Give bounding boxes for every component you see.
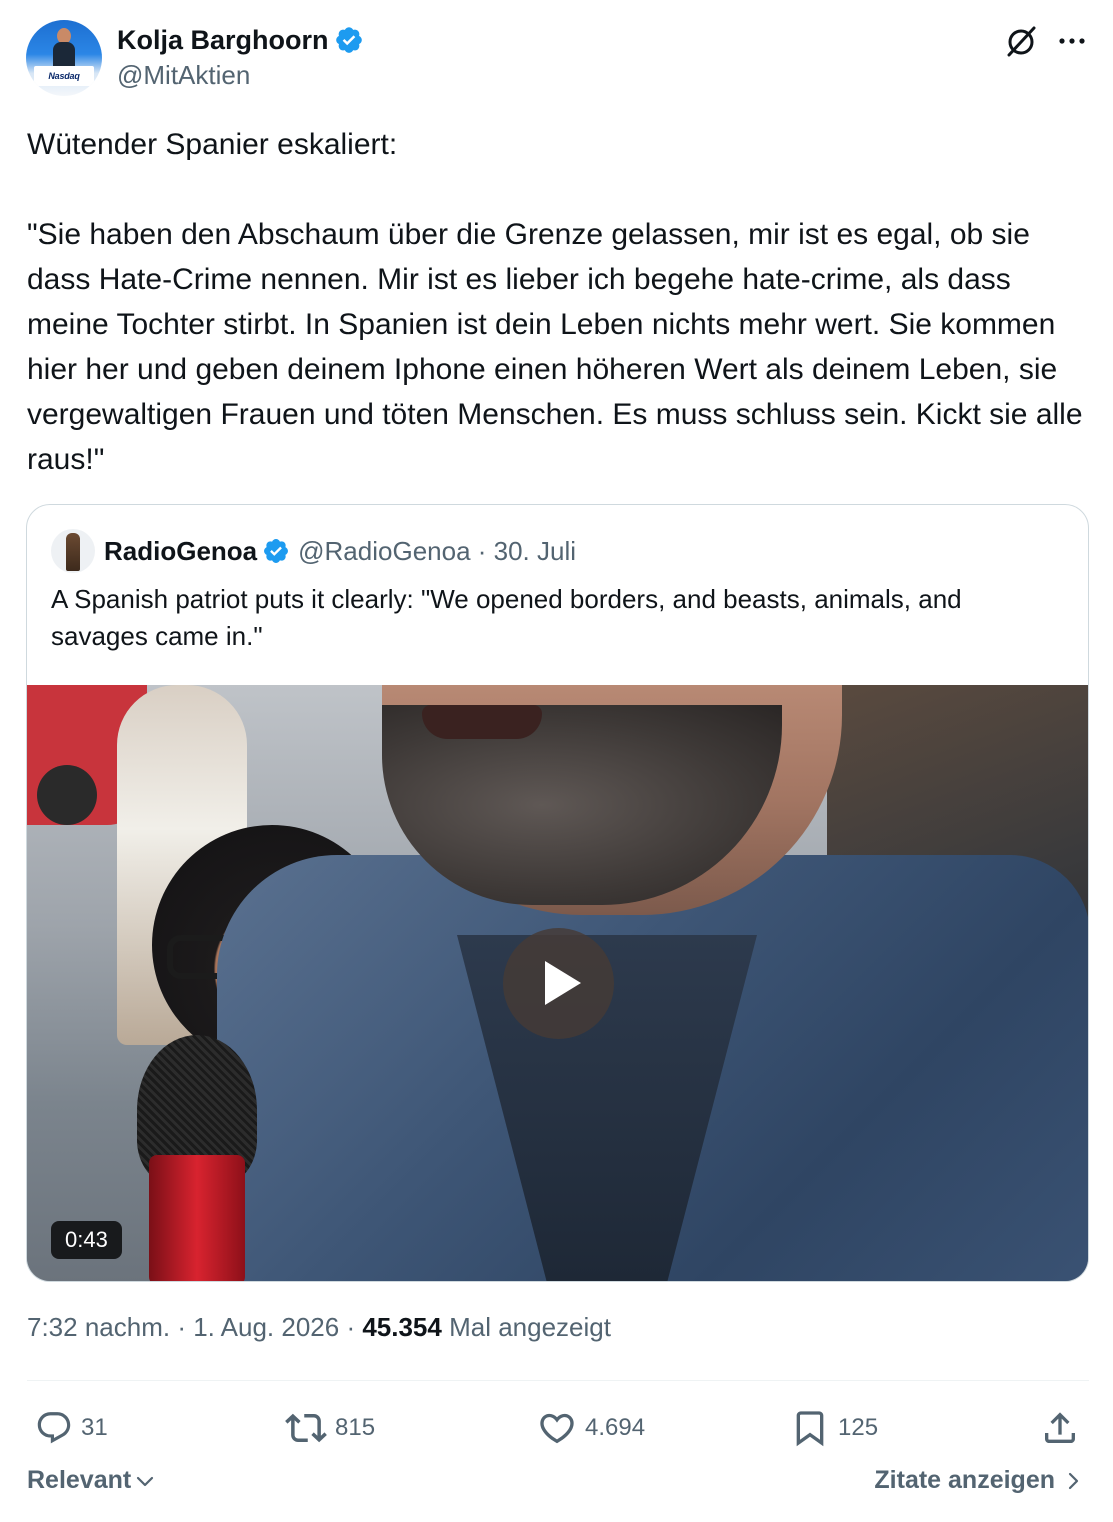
- video-duration: 0:43: [51, 1221, 122, 1259]
- action-bar: 31 815 4.694 125: [27, 1400, 1089, 1456]
- quoted-author-name[interactable]: RadioGenoa: [104, 536, 257, 567]
- bookmark-count: 125: [838, 1414, 879, 1441]
- avatar-logo: Nasdaq: [34, 66, 94, 86]
- tweet-timestamp[interactable]: 7:32 nachm. · 1. Aug. 2026 ·: [27, 1312, 362, 1342]
- quoted-author-handle-date[interactable]: @RadioGenoa · 30. Juli: [298, 536, 576, 567]
- avatar-person: [53, 28, 75, 70]
- bookmark-button[interactable]: 125: [790, 1400, 878, 1456]
- author-block: Kolja Barghoorn @MitAktien: [117, 22, 364, 91]
- chevron-down-icon: [137, 1476, 154, 1486]
- repost-button[interactable]: 815: [285, 1400, 375, 1456]
- repost-count: 815: [335, 1414, 376, 1441]
- sort-dropdown[interactable]: Relevant: [27, 1466, 157, 1495]
- reply-button[interactable]: 31: [35, 1400, 108, 1456]
- verified-badge-icon[interactable]: [334, 25, 364, 55]
- like-icon: [540, 1413, 574, 1444]
- quoted-tweet[interactable]: RadioGenoa @RadioGenoa · 30. Juli A Span…: [26, 504, 1089, 1282]
- sort-label: Relevant: [27, 1466, 132, 1494]
- share-button[interactable]: [1040, 1400, 1080, 1456]
- view-quotes-label: Zitate anzeigen: [874, 1466, 1055, 1494]
- verified-badge-icon[interactable]: [262, 537, 290, 565]
- play-icon: [545, 961, 581, 1005]
- microphone: [137, 1035, 257, 1281]
- divider: [27, 1380, 1089, 1381]
- tweet-text: Wütender Spanier eskaliert: "Sie haben d…: [27, 128, 1083, 476]
- reply-icon: [37, 1412, 71, 1444]
- more-icon[interactable]: [1055, 24, 1089, 58]
- tweet-meta: 7:32 nachm. · 1. Aug. 2026 · 45.354 Mal …: [27, 1312, 611, 1343]
- share-icon: [1045, 1412, 1075, 1443]
- author-avatar[interactable]: Nasdaq: [26, 20, 102, 96]
- quoted-tweet-header: RadioGenoa @RadioGenoa · 30. Juli: [51, 527, 576, 575]
- author-handle[interactable]: @MitAktien: [117, 60, 364, 91]
- play-button[interactable]: [503, 928, 614, 1039]
- video-player[interactable]: 0:43: [27, 685, 1088, 1281]
- author-name[interactable]: Kolja Barghoorn: [117, 25, 329, 56]
- like-button[interactable]: 4.694: [537, 1400, 645, 1456]
- quoted-author-avatar[interactable]: [51, 529, 95, 573]
- chevron-right-icon: [1068, 1472, 1079, 1489]
- view-quotes-link[interactable]: Zitate anzeigen: [874, 1466, 1085, 1495]
- like-count: 4.694: [585, 1414, 646, 1441]
- views-label: Mal angezeigt: [441, 1312, 611, 1342]
- bookmark-icon: [796, 1411, 824, 1447]
- quoted-tweet-text: A Spanish patriot puts it clearly: "We o…: [51, 584, 962, 651]
- views-count: 45.354: [362, 1312, 442, 1342]
- reply-count: 31: [81, 1414, 108, 1441]
- grok-icon[interactable]: [1003, 23, 1039, 59]
- repost-icon: [285, 1413, 327, 1443]
